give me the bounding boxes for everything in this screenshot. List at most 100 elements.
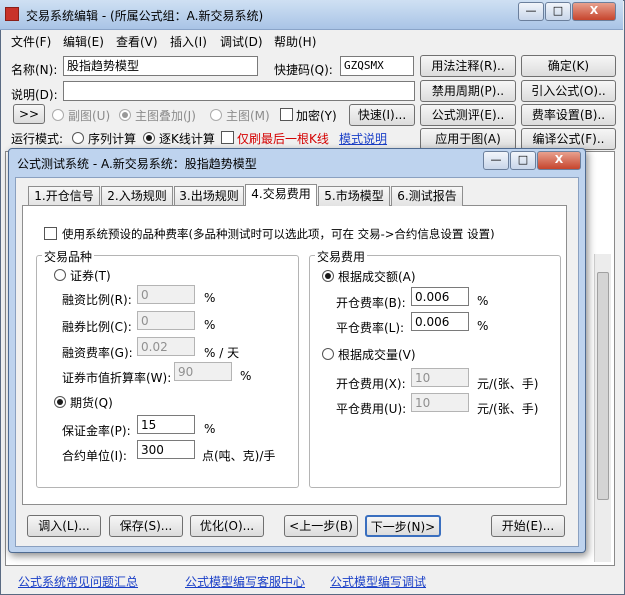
maximize-button[interactable]: □	[545, 2, 571, 21]
close-fee-input[interactable]: 10	[411, 393, 469, 412]
open-fee-label: 开仓费用(X):	[336, 377, 406, 391]
main-chart-label: 主图(M)	[226, 109, 270, 123]
by-volume-label: 根据成交量(V)	[338, 348, 416, 362]
close-button[interactable]: X	[572, 2, 616, 21]
kline-calc-radio[interactable]	[143, 132, 155, 144]
menu-insert[interactable]: 插入(I)	[170, 33, 207, 50]
by-amount-label: 根据成交额(A)	[338, 270, 416, 284]
by-amount-radio[interactable]	[322, 270, 334, 282]
margin-rate-unit: % / 天	[204, 346, 240, 360]
tab-test-report[interactable]: 6.测试报告	[391, 186, 463, 206]
code-scrollbar[interactable]	[594, 254, 611, 562]
footer-link-service[interactable]: 公式模型编写客服中心	[185, 573, 305, 590]
menu-view[interactable]: 查看(V)	[116, 33, 158, 50]
use-preset-label: 使用系统预设的品种费率(多品种测试时可以选此项，可在 交易->合约信息设置 设置…	[62, 227, 495, 241]
margin-rate-input[interactable]: 0.02	[137, 337, 195, 356]
open-fee-unit: 元/(张、手)	[477, 377, 539, 391]
tab-open-signal[interactable]: 1.开仓信号	[28, 186, 100, 206]
kline-calc-label: 逐K线计算	[159, 132, 215, 146]
short-ratio-input[interactable]: 0	[137, 311, 195, 330]
window-title-bar[interactable]: 交易系统编辑 - (所属公式组：A.新交易系统) — □ X	[0, 0, 623, 30]
close-rate-label: 平仓费率(L):	[336, 321, 405, 335]
disable-period-button[interactable]: 禁用周期(P)..	[420, 80, 516, 102]
dialog-minimize-button[interactable]: —	[483, 151, 509, 170]
run-mode-label: 运行模式:	[11, 132, 64, 146]
rate-settings-button[interactable]: 费率设置(B)..	[521, 104, 616, 126]
usage-notes-button[interactable]: 用法注释(R)..	[420, 55, 516, 77]
margin-ratio-unit: %	[204, 291, 216, 305]
short-ratio-unit: %	[204, 318, 216, 332]
open-rate-input[interactable]: 0.006	[411, 287, 469, 306]
description-input[interactable]	[63, 81, 415, 101]
formula-eval-button[interactable]: 公式测评(E)..	[420, 104, 516, 126]
open-rate-unit: %	[477, 294, 489, 308]
close-fee-label: 平仓费用(U):	[336, 402, 407, 416]
footer-link-debug[interactable]: 公式模型编写调试	[330, 573, 426, 590]
market-discount-input[interactable]: 90	[174, 362, 232, 381]
last-only-checkbox[interactable]	[221, 131, 234, 144]
import-formula-button[interactable]: 引入公式(O)..	[521, 80, 616, 102]
menu-file[interactable]: 文件(F)	[11, 33, 51, 50]
fee-group-label: 交易费用	[315, 248, 368, 265]
ok-button[interactable]: 确定(K)	[521, 55, 616, 77]
apply-to-chart-button[interactable]: 应用于图(A)	[420, 128, 516, 150]
description-label: 说明(D):	[11, 88, 58, 102]
contract-unit-input[interactable]: 300	[137, 440, 195, 459]
close-fee-unit: 元/(张、手)	[477, 402, 539, 416]
open-fee-input[interactable]: 10	[411, 368, 469, 387]
securities-radio[interactable]	[54, 269, 66, 281]
shortcut-input[interactable]: GZQSMX	[340, 56, 414, 76]
variety-group-label: 交易品种	[42, 248, 95, 265]
deposit-input[interactable]: 15	[137, 415, 195, 434]
seq-calc-radio[interactable]	[72, 132, 84, 144]
optimize-button[interactable]: 优化(O)...	[190, 515, 264, 537]
dialog-title: 公式测试系统 - A.新交易系统：股指趋势模型	[17, 157, 257, 171]
short-ratio-label: 融券比例(C):	[62, 320, 132, 334]
dialog-maximize-button[interactable]: □	[510, 151, 536, 170]
window-title: 交易系统编辑 - (所属公式组：A.新交易系统)	[26, 9, 264, 23]
compile-formula-button[interactable]: 编译公式(F)..	[521, 128, 616, 150]
tab-market-model[interactable]: 5.市场模型	[318, 186, 390, 206]
sub-chart-label: 副图(U)	[68, 109, 111, 123]
shortcut-label: 快捷码(Q):	[274, 63, 333, 77]
minimize-button[interactable]: —	[518, 2, 544, 21]
by-volume-radio[interactable]	[322, 348, 334, 360]
app-icon	[5, 7, 19, 21]
main-chart-radio[interactable]	[210, 109, 222, 121]
deposit-label: 保证金率(P):	[62, 424, 131, 438]
securities-label: 证券(T)	[70, 269, 111, 283]
sub-chart-radio[interactable]	[52, 109, 64, 121]
margin-rate-label: 融资费率(G):	[62, 346, 133, 360]
encrypt-checkbox[interactable]	[280, 108, 293, 121]
open-rate-label: 开仓费率(B):	[336, 296, 406, 310]
menu-debug[interactable]: 调试(D)	[220, 33, 263, 50]
contract-unit-suffix: 点(吨、克)/手	[202, 449, 276, 463]
tab-entry-rules[interactable]: 2.入场规则	[101, 186, 173, 206]
close-rate-input[interactable]: 0.006	[411, 312, 469, 331]
prev-step-button[interactable]: <上一步(B)	[284, 515, 358, 537]
tab-trade-fees[interactable]: 4.交易费用	[245, 184, 317, 206]
name-input[interactable]: 股指趋势模型	[63, 56, 258, 76]
use-preset-checkbox[interactable]	[44, 227, 57, 240]
futures-radio[interactable]	[54, 396, 66, 408]
margin-ratio-input[interactable]: 0	[137, 285, 195, 304]
tab-exit-rules[interactable]: 3.出场规则	[174, 186, 244, 206]
market-discount-label: 证券市值折算率(W):	[62, 371, 172, 385]
margin-ratio-label: 融资比例(R):	[62, 293, 132, 307]
futures-label: 期货(Q)	[70, 396, 113, 410]
scrollbar-thumb[interactable]	[597, 272, 609, 500]
main-overlay-label: 主图叠加(J)	[135, 109, 196, 123]
main-overlay-radio[interactable]	[119, 109, 131, 121]
menu-help[interactable]: 帮助(H)	[274, 33, 316, 50]
start-button[interactable]: 开始(E)...	[491, 515, 565, 537]
encrypt-label: 加密(Y)	[296, 109, 337, 123]
next-step-button[interactable]: 下一步(N)>	[365, 515, 441, 537]
mode-desc-link[interactable]: 模式说明	[339, 130, 387, 147]
expand-button[interactable]: >>	[13, 104, 45, 124]
footer-link-faq[interactable]: 公式系统常见问题汇总	[18, 573, 138, 590]
dialog-close-button[interactable]: X	[537, 151, 581, 170]
save-button[interactable]: 保存(S)...	[109, 515, 183, 537]
import-button[interactable]: 调入(L)...	[27, 515, 101, 537]
menu-edit[interactable]: 编辑(E)	[63, 33, 104, 50]
fast-button[interactable]: 快速(I)...	[349, 104, 415, 126]
